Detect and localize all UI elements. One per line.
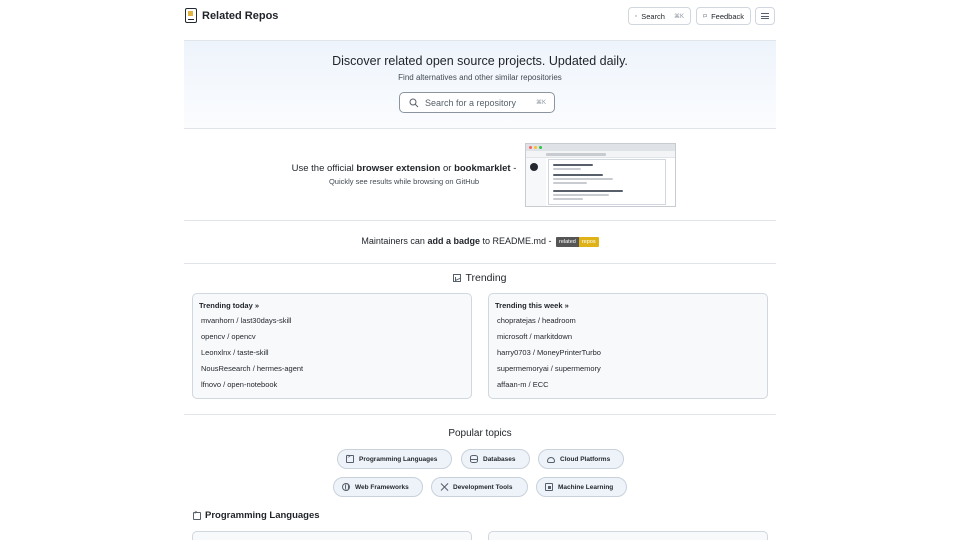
topic-label: Programming Languages (359, 455, 438, 463)
topic-machine-learning[interactable]: Machine Learning (536, 477, 627, 497)
feedback-button[interactable]: Feedback (696, 7, 751, 25)
list-item[interactable]: NousResearch / hermes-agent (201, 364, 303, 373)
topic-label: Cloud Platforms (560, 455, 611, 463)
hero-section: Discover related open source projects. U… (184, 40, 776, 128)
topic-development-tools[interactable]: Development Tools (431, 477, 528, 497)
list-item[interactable]: opencv / opencv (201, 332, 256, 341)
list-item[interactable]: lfnovo / open-notebook (201, 380, 277, 389)
header-search-label: Search (641, 11, 665, 21)
topic-web-frameworks[interactable]: Web Frameworks (333, 477, 423, 497)
section-title: Programming Languages (193, 510, 320, 521)
search-icon (409, 98, 419, 107)
search-placeholder: Search for a repository (425, 97, 517, 108)
extension-screenshot (525, 143, 676, 207)
header-search-shortcut: ⌘K (673, 13, 684, 20)
badge-promo: Maintainers can add a badge to README.md… (0, 236, 960, 247)
terminal-icon (346, 454, 354, 463)
trending-title: Trending (0, 272, 960, 284)
github-icon (530, 163, 538, 171)
section-card (488, 531, 768, 540)
comment-icon (703, 14, 707, 18)
popular-topics-title: Popular topics (448, 428, 512, 439)
chart-icon (453, 274, 462, 282)
trending-today-link[interactable]: Trending today » (199, 301, 259, 310)
add-badge-link[interactable]: add a badge (427, 236, 480, 246)
list-item[interactable]: supermemoryai / supermemory (497, 364, 601, 373)
section-title-text: Programming Languages (205, 510, 320, 521)
menu-button[interactable] (755, 7, 775, 25)
badge-suffix: to README.md - (479, 236, 552, 246)
site-header: Related Repos Search ⌘K Feedback (0, 0, 960, 32)
extension-prefix: Use the official (291, 163, 357, 174)
brand-name: Related Repos (202, 9, 279, 22)
search-shortcut: ⌘K (535, 100, 546, 106)
badge-prefix: Maintainers can (361, 236, 428, 246)
topic-programming-languages[interactable]: Programming Languages (337, 449, 452, 469)
extension-suffix: - (510, 163, 517, 174)
divider (184, 414, 776, 415)
topic-label: Development Tools (453, 483, 513, 491)
hamburger-icon (761, 13, 769, 19)
list-item[interactable]: microsoft / markitdown (497, 332, 572, 341)
divider (184, 128, 776, 129)
divider (184, 263, 776, 264)
logo-icon (185, 8, 197, 23)
cloud-icon (547, 456, 555, 463)
feedback-label: Feedback (711, 11, 744, 21)
tools-icon (440, 483, 448, 491)
topic-label: Machine Learning (558, 483, 614, 491)
chip-icon (545, 483, 553, 491)
list-item[interactable]: harry0703 / MoneyPrinterTurbo (497, 348, 601, 357)
topic-cloud-platforms[interactable]: Cloud Platforms (538, 449, 624, 469)
header-search-button[interactable]: Search ⌘K (628, 7, 691, 25)
repository-search-input[interactable]: Search for a repository ⌘K (399, 92, 555, 113)
search-icon (635, 14, 638, 17)
terminal-icon (193, 510, 201, 520)
hero-subtitle: Find alternatives and other similar repo… (398, 73, 562, 82)
topic-label: Web Frameworks (355, 483, 409, 491)
list-item[interactable]: chopratejas / headroom (497, 316, 576, 325)
database-icon (470, 455, 478, 463)
browser-extension-link[interactable]: browser extension (356, 163, 440, 174)
section-card (192, 531, 472, 540)
divider (184, 220, 776, 221)
list-item[interactable]: affaan-m / ECC (497, 380, 549, 389)
trending-title-text: Trending (465, 272, 507, 284)
topic-label: Databases (483, 455, 516, 463)
trending-week-link[interactable]: Trending this week » (495, 301, 569, 310)
globe-icon (342, 483, 350, 491)
topic-databases[interactable]: Databases (461, 449, 530, 469)
related-repos-badge[interactable]: related repos (556, 236, 599, 247)
extension-promo: Use the official browser extension or bo… (284, 163, 524, 186)
extension-middle: or (440, 163, 455, 174)
list-item[interactable]: Leonxlnx / taste-skill (201, 348, 269, 357)
extension-subtitle: Quickly see results while browsing on Gi… (328, 177, 480, 186)
brand-link[interactable]: Related Repos (185, 8, 278, 23)
bookmarklet-link[interactable]: bookmarklet (454, 163, 511, 174)
trending-week-card: Trending this week » chopratejas / headr… (488, 293, 768, 399)
list-item[interactable]: mvanhorn / last30days-skill (201, 316, 291, 325)
trending-today-card: Trending today » mvanhorn / last30days-s… (192, 293, 472, 399)
hero-title: Discover related open source projects. U… (332, 54, 628, 68)
